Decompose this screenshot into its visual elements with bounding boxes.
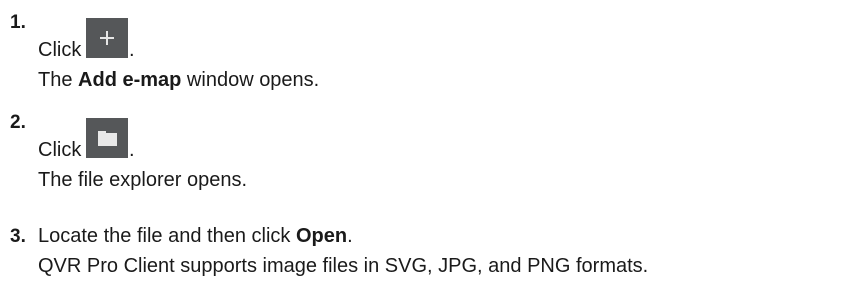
step-1-click-text: Click — [38, 39, 82, 61]
step-3-text: Locate the file and then click — [38, 225, 296, 247]
step-1-result: The Add e-map window opens. — [38, 70, 319, 90]
step-1-result-suffix: window opens. — [181, 69, 320, 91]
step-3-note: QVR Pro Client supports image files in S… — [38, 255, 649, 277]
step-2-instruction: Click — [38, 140, 81, 160]
step-3-period: . — [347, 225, 353, 247]
step-3-instruction: Locate the file and then click Open. — [38, 226, 353, 246]
step-3-number: 3. — [10, 226, 26, 247]
step-1-number: 1. — [10, 12, 26, 33]
step-1-result-bold: Add e-map — [78, 69, 182, 91]
step-2-number: 2. — [10, 112, 26, 133]
plus-icon — [86, 18, 128, 58]
step-1-result-prefix: The — [38, 69, 79, 91]
folder-body-shape — [98, 133, 117, 146]
folder-icon — [86, 118, 128, 158]
step-1-period: . — [129, 39, 135, 61]
step-3-bold: Open — [295, 225, 348, 247]
step-1-instruction: Click — [38, 40, 81, 60]
step-2-period: . — [129, 139, 135, 161]
step-2-click-text: Click — [38, 139, 82, 161]
step-2-result: The file explorer opens. — [38, 169, 248, 191]
